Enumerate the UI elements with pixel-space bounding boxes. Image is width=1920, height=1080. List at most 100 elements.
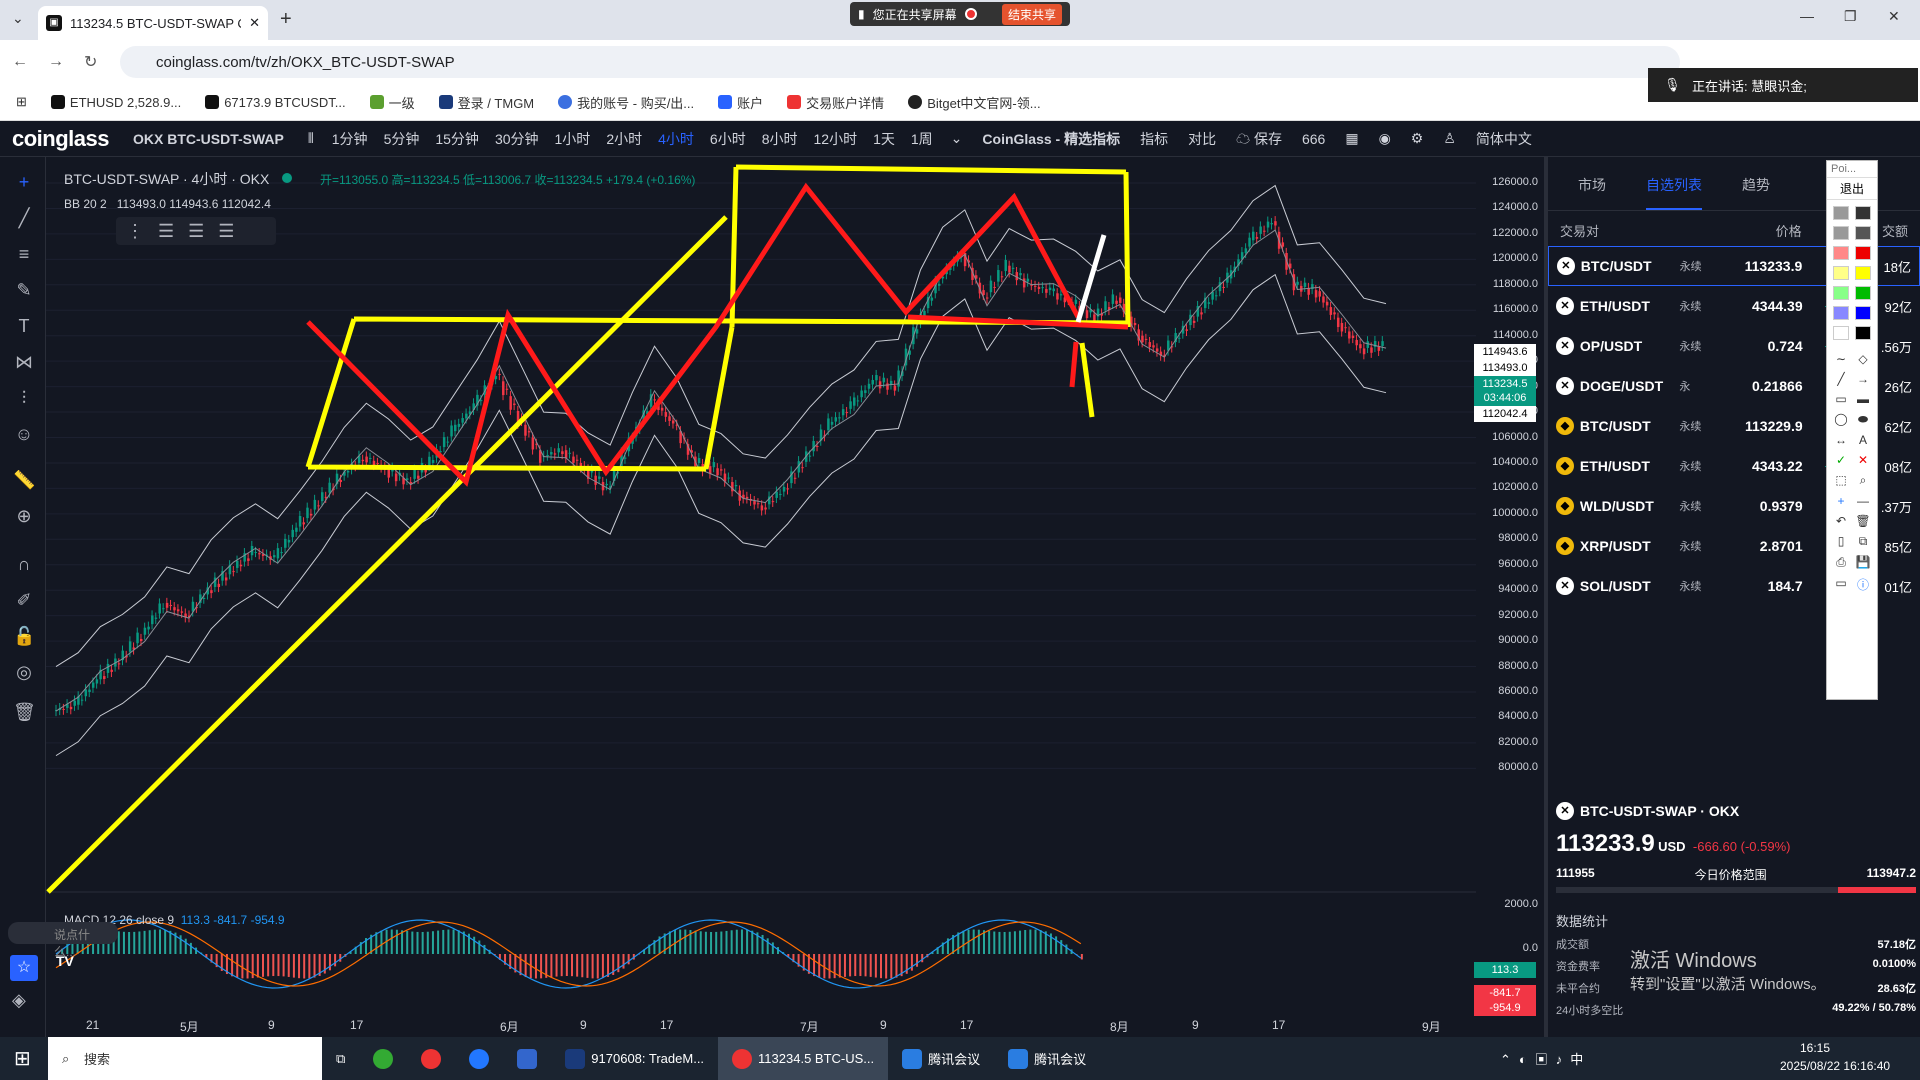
save-icon[interactable]: 💾	[1855, 555, 1871, 570]
crosshair-icon[interactable]: +	[13, 171, 35, 193]
color-swatch[interactable]	[1833, 266, 1849, 280]
app-icon[interactable]	[455, 1037, 503, 1080]
settings-icon[interactable]: ☰	[188, 221, 204, 242]
tab-search-icon[interactable]: ⌄	[12, 10, 24, 27]
crop-icon[interactable]: ⬚	[1833, 473, 1849, 488]
windows-start-icon[interactable]: ⊞	[14, 1046, 31, 1071]
browser-tab[interactable]: ▣ 113234.5 BTC-USDT-SWAP C ✕	[38, 6, 268, 40]
rectangle-icon[interactable]: ▭	[1833, 392, 1849, 406]
bookmark-item[interactable]: 交易账户详情	[787, 93, 884, 112]
tf-4h[interactable]: 4小时	[658, 129, 694, 149]
print-icon[interactable]: ⎙	[1833, 555, 1849, 570]
tf-1d[interactable]: 1天	[873, 129, 895, 149]
close-window-icon[interactable]: ✕	[1888, 8, 1900, 25]
tf-6h[interactable]: 6小时	[710, 129, 746, 149]
plus-icon[interactable]: +	[1833, 494, 1849, 508]
restore-icon[interactable]: ❐	[1844, 8, 1857, 25]
bookmark-item[interactable]: 账户	[718, 93, 763, 112]
chat-input[interactable]: 说点什么...	[8, 922, 118, 959]
back-icon[interactable]: ←	[12, 53, 28, 71]
system-tray-icons[interactable]: ⌃◐▣♪中	[1500, 1049, 1591, 1068]
tf-1h[interactable]: 1小时	[555, 129, 591, 149]
brush-icon[interactable]: ✎	[13, 279, 35, 301]
reload-icon[interactable]: ↻	[84, 52, 97, 72]
drag-handle-icon[interactable]: ⋮	[126, 221, 144, 242]
bookmark-item[interactable]: Bitget中文官网-领...	[908, 93, 1041, 112]
pattern-icon[interactable]: ⋈	[13, 351, 35, 373]
color-swatch[interactable]	[1855, 286, 1871, 300]
screen-icon[interactable]: ▭	[1833, 576, 1849, 593]
tradingview-logo-icon[interactable]: TV	[56, 953, 84, 973]
symbol-selector[interactable]: OKX BTC-USDT-SWAP	[133, 131, 284, 147]
header-price[interactable]: 价格	[1705, 221, 1802, 240]
tf-1m[interactable]: 1分钟	[332, 129, 368, 149]
chrome-icon[interactable]	[407, 1037, 455, 1080]
gear-icon[interactable]: ⚙	[1411, 130, 1424, 147]
tf-30m[interactable]: 30分钟	[495, 129, 539, 149]
screen-annotation-toolbox[interactable]: Poi... 退出 ∼ ◇ ╱ → ▭ ▬ ◯ ⬬ ↔ A ✓ ✕ ⬚ ⌕ + — ↶ 🗑 ▯ ⧉ …	[1826, 160, 1878, 700]
layers-icon[interactable]: ◈	[12, 990, 26, 1011]
star-icon[interactable]: ☆	[10, 955, 38, 981]
minimize-icon[interactable]: —	[1800, 8, 1814, 24]
indicators-button[interactable]: 指标	[1140, 129, 1168, 149]
trash-icon[interactable]: 🗑	[1855, 514, 1871, 528]
color-swatch[interactable]	[1855, 226, 1871, 240]
header-pair[interactable]: 交易对	[1560, 221, 1705, 240]
filled-ellipse-icon[interactable]: ⬬	[1855, 412, 1871, 427]
ellipse-icon[interactable]: ◯	[1833, 412, 1849, 427]
color-swatch[interactable]	[1833, 206, 1849, 220]
tf-12h[interactable]: 12小时	[814, 129, 858, 149]
forecast-icon[interactable]: ⫶	[13, 387, 35, 409]
stop-share-button[interactable]: 结束共享	[1001, 3, 1062, 25]
apps-icon[interactable]: ⊞	[16, 94, 27, 110]
taskbar-search[interactable]: ⌕ 搜索	[48, 1037, 322, 1080]
chevron-down-icon[interactable]: ⌄	[951, 130, 963, 147]
copy-icon[interactable]: ⧉	[1855, 534, 1871, 549]
page-icon[interactable]: ▯	[1833, 534, 1849, 549]
emoji-icon[interactable]: ☺	[13, 423, 35, 445]
bar-style-icon[interactable]: ⫴	[308, 130, 314, 147]
magnet-icon[interactable]: ∩	[13, 553, 35, 575]
cross-icon[interactable]: ✕	[1855, 453, 1871, 467]
bookmark-item[interactable]: ETHUSD 2,528.9...	[50, 95, 181, 110]
forward-icon[interactable]: →	[48, 53, 64, 71]
chart-area[interactable]: BTC-USDT-SWAP · 4小时 · OKX 开=113055.0 高=1…	[8, 157, 1544, 1037]
tab-market[interactable]: 市场	[1578, 175, 1606, 210]
language-selector[interactable]: 简体中文	[1476, 129, 1532, 149]
task-view-icon[interactable]: ⧉	[322, 1037, 359, 1080]
close-tab-icon[interactable]: ✕	[249, 15, 260, 31]
layout-name[interactable]: 666	[1302, 131, 1325, 147]
lock-pen-icon[interactable]: ✐	[13, 589, 35, 611]
settings-icon[interactable]: ☰	[218, 221, 234, 242]
app-icon[interactable]	[359, 1037, 407, 1080]
clock-datetime[interactable]: 2025/08/22 16:16:40	[1780, 1059, 1890, 1073]
taskbar-app-chrome[interactable]: 113234.5 BTC-US...	[718, 1037, 889, 1080]
arrow-icon[interactable]: →	[1855, 372, 1871, 386]
bookmark-item[interactable]: 67173.9 BTCUSDT...	[205, 95, 346, 110]
color-swatch[interactable]	[1833, 246, 1849, 260]
line-icon[interactable]: ╱	[1833, 372, 1849, 386]
toolbox-exit-button[interactable]: 退出	[1827, 178, 1877, 200]
zoom-icon[interactable]: ⊕	[13, 505, 35, 527]
taskbar-app-meeting[interactable]: 腾讯会议	[994, 1037, 1100, 1080]
bookmark-item[interactable]: 我的账号 - 购买/出...	[558, 93, 694, 112]
undo-icon[interactable]: ↶	[1833, 514, 1849, 528]
color-swatch[interactable]	[1833, 286, 1849, 300]
color-swatch[interactable]	[1855, 266, 1871, 280]
grid-layout-icon[interactable]: ▦	[1345, 130, 1358, 147]
color-swatch[interactable]	[1833, 326, 1849, 340]
color-swatch[interactable]	[1855, 246, 1871, 260]
tf-5m[interactable]: 5分钟	[384, 129, 420, 149]
color-swatch[interactable]	[1855, 206, 1871, 220]
tf-2h[interactable]: 2小时	[606, 129, 642, 149]
zoom-icon[interactable]: ⌕	[1855, 473, 1871, 488]
price-axis[interactable]: 126000.0 124000.0 122000.0 120000.0 118000.0…	[1478, 157, 1544, 1037]
clock-time[interactable]: 16:15	[1800, 1041, 1830, 1055]
tab-trend[interactable]: 趋势	[1742, 175, 1770, 210]
app-icon[interactable]	[503, 1037, 551, 1080]
coinglass-logo[interactable]: coinglass	[12, 126, 109, 152]
filled-rect-icon[interactable]: ▬	[1855, 392, 1871, 406]
horizontal-lines-icon[interactable]: ≡	[13, 243, 35, 265]
bookmark-item[interactable]: 登录 / TMGM	[438, 93, 534, 112]
save-button[interactable]: ☁ 保存	[1236, 129, 1282, 149]
